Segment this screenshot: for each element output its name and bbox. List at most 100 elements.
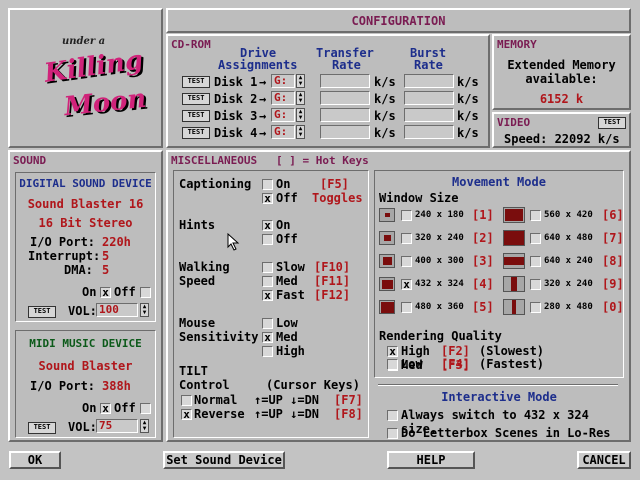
mouse-low-checkbox[interactable] [262, 318, 273, 329]
cdrom-panel: CD-ROM Drive Assignments Transfer Rate B… [166, 34, 490, 148]
digital-int-label: Interrupt: [28, 249, 101, 263]
ok-button[interactable]: OK [9, 451, 61, 469]
always-switch-checkbox[interactable] [387, 410, 398, 421]
digital-test-button[interactable]: TEST [28, 306, 56, 318]
disk-drive-field[interactable]: G: [271, 125, 295, 139]
tilt-normal-checkbox[interactable] [181, 395, 192, 406]
memory-panel: MEMORY Extended Memory available: 6152 k [492, 34, 631, 110]
digital-vol-label: VOL: [68, 304, 97, 318]
digital-io-label: I/O Port: [30, 235, 96, 249]
disk-test-button[interactable]: TEST [182, 76, 210, 88]
letterbox-checkbox[interactable] [387, 428, 398, 439]
disk-test-button[interactable]: TEST [182, 127, 210, 139]
window-size-hotkey: [5] [472, 300, 494, 314]
window-size-icon [379, 254, 395, 268]
window-size-label: 432 x 324 [415, 279, 464, 289]
window-size-hotkey: [3] [472, 254, 494, 268]
disk-row: TEST Disk 4 → G: ▲ ▼ k/s k/s [168, 125, 488, 141]
transfer-unit: k/s [374, 109, 396, 123]
disk-label: Disk 3 [214, 109, 258, 123]
captioning-off-checkbox[interactable]: x [262, 193, 273, 204]
mouse-high-checkbox[interactable] [262, 346, 273, 357]
col-transfer-rate: Rate [332, 58, 361, 72]
window-size-icon [379, 208, 395, 222]
digital-on-checkbox[interactable]: x [100, 287, 111, 298]
mouse-sensitivity-label: Sensitivity [179, 330, 259, 344]
window-size-checkbox[interactable] [530, 233, 541, 244]
interactive-divider [378, 384, 618, 386]
walk-fast-checkbox[interactable]: x [262, 290, 273, 301]
window-size-checkbox[interactable] [530, 279, 541, 290]
midi-vol-spinner[interactable]: ▲ ▼ [140, 419, 149, 433]
midi-device-name: Sound Blaster [38, 359, 133, 373]
midi-off-checkbox[interactable] [140, 403, 151, 414]
memory-line-2: available: [525, 72, 598, 86]
hints-on-checkbox[interactable]: x [262, 220, 273, 231]
digital-vol-field[interactable]: 100 [96, 303, 138, 317]
window-size-checkbox[interactable] [401, 302, 412, 313]
window-size-hotkey: [4] [472, 277, 494, 291]
walk-slow-label: Slow [276, 260, 305, 274]
walk-slow-checkbox[interactable] [262, 262, 273, 273]
window-size-hotkey: [1] [472, 208, 494, 222]
window-size-checkbox[interactable] [401, 233, 412, 244]
midi-vol-field[interactable]: 75 [96, 419, 138, 433]
window-size-checkbox[interactable] [401, 210, 412, 221]
digital-off-checkbox[interactable] [140, 287, 151, 298]
arrow-right-icon: → [259, 92, 267, 106]
midi-test-button[interactable]: TEST [28, 422, 56, 434]
rendering-quality-label: Rendering Quality [379, 329, 502, 343]
disk-row: TEST Disk 2 → G: ▲ ▼ k/s k/s [168, 91, 488, 107]
help-button[interactable]: HELP [387, 451, 475, 469]
drive-spinner[interactable]: ▲ ▼ [296, 91, 305, 105]
captioning-on-checkbox[interactable] [262, 179, 273, 190]
disk-drive-field[interactable]: G: [271, 108, 295, 122]
window-size-label: 480 x 360 [415, 302, 464, 312]
hints-on-label: On [276, 218, 291, 232]
sound-panel: SOUND DIGITAL SOUND DEVICE Sound Blaster… [8, 150, 163, 442]
tilt-reverse-checkbox[interactable]: x [181, 409, 192, 420]
set-sound-device-button[interactable]: Set Sound Device [163, 451, 285, 469]
misc-title: MISCELLANEOUS [171, 154, 258, 167]
burst-unit: k/s [457, 109, 479, 123]
window-size-checkbox[interactable] [530, 210, 541, 221]
hotkeys-legend: [ ] = Hot Keys [276, 154, 369, 167]
window-size-checkbox[interactable] [530, 256, 541, 267]
window-size-hotkey: [0] [602, 300, 624, 314]
quality-low-checkbox[interactable] [387, 359, 398, 370]
arrow-right-icon: → [259, 126, 267, 140]
captioning-hotkey: [F5] [320, 177, 349, 191]
tilt-reverse-map: ↑=UP ↓=DN [254, 407, 320, 421]
drive-spinner[interactable]: ▲ ▼ [296, 108, 305, 122]
window-size-icon [503, 230, 525, 246]
drive-spinner[interactable]: ▲ ▼ [296, 74, 305, 88]
disk-drive-field[interactable]: G: [271, 91, 295, 105]
quality-high-checkbox[interactable]: x [387, 346, 398, 357]
transfer-rate-field [320, 74, 370, 88]
window-size-label: 640 x 240 [544, 256, 593, 266]
disk-test-button[interactable]: TEST [182, 110, 210, 122]
walk-med-checkbox[interactable] [262, 276, 273, 287]
transfer-unit: k/s [374, 126, 396, 140]
disk-test-button[interactable]: TEST [182, 93, 210, 105]
interactive-title: Interactive Mode [441, 390, 557, 404]
mouse-pointer-icon [227, 233, 240, 251]
hints-off-checkbox[interactable] [262, 234, 273, 245]
tilt-normal-hotkey: [F7] [334, 393, 363, 407]
logo-panel: under a Killing Moon [8, 8, 163, 148]
transfer-rate-field [320, 91, 370, 105]
quality-high-label: High [401, 344, 430, 358]
cancel-button[interactable]: CANCEL [577, 451, 631, 469]
walk-med-label: Med [276, 274, 298, 288]
mouse-med-checkbox[interactable]: x [262, 332, 273, 343]
digital-vol-spinner[interactable]: ▲ ▼ [140, 303, 149, 317]
window-size-checkbox[interactable]: x [401, 279, 412, 290]
video-test-button[interactable]: TEST [598, 117, 626, 129]
disk-drive-field[interactable]: G: [271, 74, 295, 88]
drive-spinner[interactable]: ▲ ▼ [296, 125, 305, 139]
window-size-checkbox[interactable] [401, 256, 412, 267]
window-size-checkbox[interactable] [530, 302, 541, 313]
window-size-icon [503, 207, 525, 223]
midi-on-checkbox[interactable]: x [100, 403, 111, 414]
midi-music-box: MIDI MUSIC DEVICE Sound Blaster I/O Port… [15, 330, 156, 438]
